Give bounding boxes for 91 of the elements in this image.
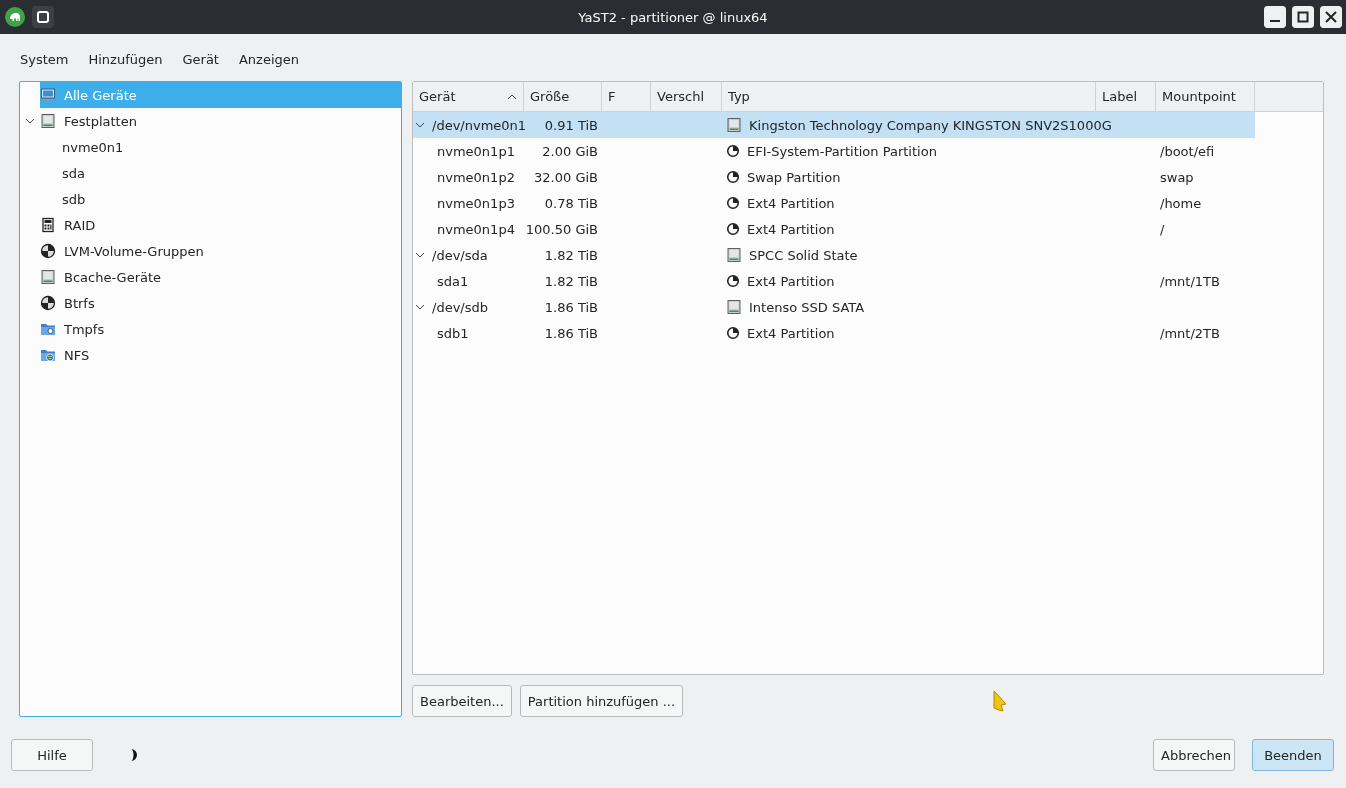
pie-icon	[726, 144, 740, 158]
close-button[interactable]	[1320, 6, 1342, 28]
sidebar-item[interactable]: Tmpfs	[20, 316, 401, 342]
column-header[interactable]: Label	[1096, 82, 1156, 111]
mountpoint-text: /boot/efi	[1160, 143, 1215, 159]
type-text: EFI-System-Partition Partition	[747, 143, 937, 159]
chevron-down-icon[interactable]	[415, 302, 425, 312]
pie-icon	[40, 243, 56, 259]
finish-button[interactable]: Beenden	[1252, 739, 1334, 771]
size-value: 0.91 TiB	[544, 117, 598, 133]
calculator-icon	[40, 217, 56, 233]
menu-item[interactable]: Hinzufügen	[78, 48, 173, 71]
column-header[interactable]: Typ	[722, 82, 1096, 111]
mountpoint-text: swap	[1160, 169, 1194, 185]
column-header[interactable]: Mountpoint	[1156, 82, 1255, 111]
sidebar-item[interactable]: sdb	[20, 186, 401, 212]
mountpoint-text: /	[1160, 221, 1165, 237]
menu-item[interactable]: Gerät	[172, 48, 229, 71]
table-row[interactable]: nvme0n1p1 2.00 GiB EFI-System-Partition Partition /boot/efi	[413, 138, 1255, 164]
column-header[interactable]: F	[602, 82, 651, 111]
table-row[interactable]: sdb1 1.86 TiB Ext4 Partition /mnt/2TB	[413, 320, 1255, 346]
table-row[interactable]: /dev/sda 1.82 TiB SPCC Solid State	[413, 242, 1255, 268]
type-text: Kingston Technology Company KINGSTON SNV2S1000G	[749, 117, 1112, 133]
cancel-button[interactable]: Abbrechen	[1153, 739, 1235, 771]
monitor-icon	[40, 87, 56, 103]
pie-icon	[40, 295, 56, 311]
column-header[interactable]: Gerät	[413, 82, 524, 111]
size-value: 1.82 TiB	[544, 273, 598, 289]
column-header[interactable]: Verschl	[651, 82, 722, 111]
device-name: sda1	[437, 273, 469, 289]
menu-item[interactable]: System	[10, 48, 79, 71]
table-row[interactable]: /dev/nvme0n1 0.91 TiB Kingston Technology Company KINGSTON SNV2S1000G	[413, 112, 1255, 138]
pie-icon	[726, 170, 740, 184]
size-value: 1.86 TiB	[544, 325, 598, 341]
help-button[interactable]: Hilfe	[11, 739, 93, 771]
type-text: SPCC Solid State	[749, 247, 858, 263]
network-folder-icon	[40, 347, 56, 363]
device-name: nvme0n1p4	[437, 221, 515, 237]
size-value: 2.00 GiB	[542, 143, 598, 159]
mountpoint-text: /mnt/1TB	[1160, 273, 1220, 289]
size-value: 100.50 GiB	[525, 221, 598, 237]
mountpoint-text: /home	[1160, 195, 1202, 211]
folder-icon	[40, 321, 56, 337]
pie-icon	[726, 196, 740, 210]
device-name: nvme0n1p2	[437, 169, 515, 185]
device-name: nvme0n1p1	[437, 143, 515, 159]
type-text: Swap Partition	[747, 169, 841, 185]
sidebar-item[interactable]: Festplatten	[20, 108, 401, 134]
type-text: Ext4 Partition	[747, 273, 835, 289]
size-value: 1.86 TiB	[544, 299, 598, 315]
action-button[interactable]: Partition hinzufügen ...	[519, 685, 684, 717]
sidebar-item[interactable]: RAID	[20, 212, 401, 238]
size-value: 32.00 GiB	[534, 169, 598, 185]
type-text: Ext4 Partition	[747, 325, 835, 341]
action-button[interactable]: Bearbeiten...	[412, 685, 512, 717]
type-text: Ext4 Partition	[747, 195, 835, 211]
table-row[interactable]: nvme0n1p2 32.00 GiB Swap Partition swap	[413, 164, 1255, 190]
window-title: YaST2 - partitioner @ linux64	[577, 9, 769, 25]
keep-above-button[interactable]	[32, 6, 54, 28]
device-name: /dev/sda	[432, 247, 488, 263]
menu-item[interactable]: Anzeigen	[228, 48, 310, 71]
maximize-button[interactable]	[1292, 6, 1314, 28]
chevron-down-icon[interactable]	[25, 116, 35, 126]
mountpoint-text: /mnt/2TB	[1160, 325, 1220, 341]
table-row[interactable]: nvme0n1p3 0.78 TiB Ext4 Partition /home	[413, 190, 1255, 216]
sidebar-item[interactable]: NFS	[20, 342, 401, 368]
sidebar-item[interactable]: nvme0n1	[20, 134, 401, 160]
column-header[interactable]: Größe	[524, 82, 602, 111]
device-name: /dev/sdb	[432, 299, 488, 315]
device-name: sdb1	[437, 325, 469, 341]
sidebar-item[interactable]: sda	[20, 160, 401, 186]
chevron-down-icon[interactable]	[415, 250, 425, 260]
sidebar-item[interactable]: LVM-Volume-Gruppen	[20, 238, 401, 264]
pie-icon	[726, 274, 740, 288]
app-logo-icon[interactable]	[4, 6, 26, 28]
type-text: Ext4 Partition	[747, 221, 835, 237]
cursor-icon	[992, 690, 1008, 714]
sidebar-item[interactable]: Btrfs	[20, 290, 401, 316]
table-row[interactable]: /dev/sdb 1.86 TiB Intenso SSD SATA	[413, 294, 1255, 320]
minimize-button[interactable]	[1264, 6, 1286, 28]
type-text: Intenso SSD SATA	[749, 299, 865, 315]
sidebar-item[interactable]: Bcache-Geräte	[20, 264, 401, 290]
pie-icon	[726, 326, 740, 340]
table-row[interactable]: nvme0n1p4 100.50 GiB Ext4 Partition /	[413, 216, 1255, 242]
size-value: 0.78 TiB	[544, 195, 598, 211]
device-name: /dev/nvme0n1	[432, 117, 527, 133]
device-name: nvme0n1p3	[437, 195, 515, 211]
table-row[interactable]: sda1 1.82 TiB Ext4 Partition /mnt/1TB	[413, 268, 1255, 294]
size-value: 1.82 TiB	[544, 247, 598, 263]
chevron-down-icon[interactable]	[415, 120, 425, 130]
pie-icon	[726, 222, 740, 236]
